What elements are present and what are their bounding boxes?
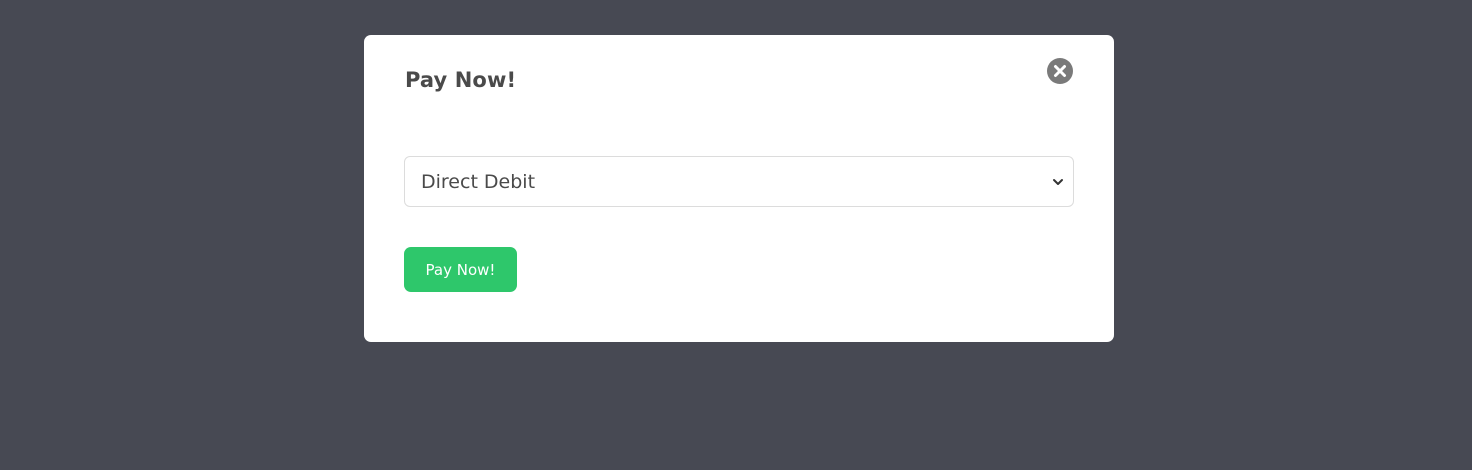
modal-title: Pay Now! xyxy=(405,68,517,92)
pay-now-modal: Pay Now! Direct Debit Pay Now! xyxy=(364,35,1114,342)
payment-method-selected-value: Direct Debit xyxy=(421,171,536,193)
pay-now-button[interactable]: Pay Now! xyxy=(404,247,517,292)
chevron-down-icon xyxy=(1053,179,1063,185)
modal-overlay: Pay Now! Direct Debit Pay Now! xyxy=(0,0,1472,470)
payment-method-select[interactable]: Direct Debit xyxy=(404,156,1074,207)
close-icon[interactable] xyxy=(1047,58,1073,84)
